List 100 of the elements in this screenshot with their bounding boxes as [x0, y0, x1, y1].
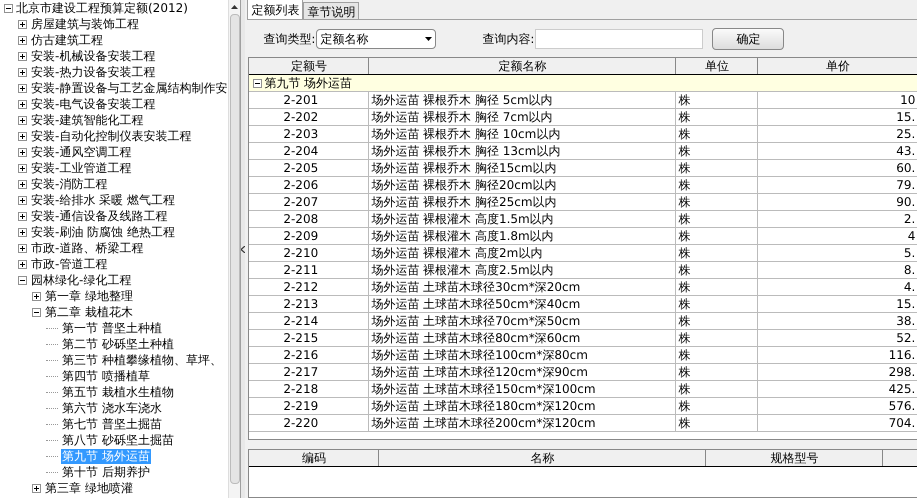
table-cell: 15.: [758, 296, 917, 312]
expand-icon[interactable]: [18, 180, 27, 188]
expand-icon[interactable]: [32, 292, 41, 300]
table-cell: 株: [676, 381, 758, 397]
table-cell: 株: [676, 160, 758, 176]
expand-icon[interactable]: [18, 164, 27, 172]
table-cell: 576.: [758, 398, 917, 414]
table-cell: 43.: [758, 143, 917, 159]
tree-item[interactable]: 安装-自动化控制仪表安装工程: [30, 128, 192, 144]
tree-item[interactable]: 第七节 普坚土掘苗: [61, 416, 163, 432]
table-cell: 株: [676, 415, 758, 431]
column-header[interactable]: 编码: [249, 450, 380, 466]
tree-root[interactable]: 北京市建设工程预算定额(2012): [16, 0, 188, 17]
table-cell: 2-202: [249, 109, 370, 125]
expand-icon[interactable]: [32, 484, 41, 492]
tree-item[interactable]: 安装-电气设备安装工程: [30, 96, 156, 112]
expand-icon[interactable]: [18, 20, 27, 28]
collapse-splitter-icon[interactable]: [241, 246, 246, 252]
collapse-icon[interactable]: [253, 78, 262, 88]
tree-item[interactable]: 园林绿化-绿化工程: [30, 272, 132, 288]
tree-item[interactable]: 第三章 绿地喷灌: [44, 480, 134, 496]
tree-item[interactable]: 安装-通风空调工程: [30, 144, 132, 160]
tree-item[interactable]: 第八节 砂砾坚土掘苗: [61, 432, 175, 448]
table-cell: 场外运苗 土球苗木球径30cm*深20cm: [369, 279, 676, 295]
column-header[interactable]: 名称: [379, 450, 706, 466]
column-header[interactable]: 定额名称: [369, 58, 676, 74]
table-cell: 116.: [758, 347, 917, 363]
tree-item[interactable]: 安装-消防工程: [30, 176, 108, 192]
table-cell: 2-218: [249, 381, 370, 397]
tree-item[interactable]: 安装-通信设备及线路工程: [30, 208, 168, 224]
scroll-thumb[interactable]: [230, 14, 240, 484]
tree-item[interactable]: 第五节 栽植水生植物: [61, 384, 175, 400]
table-cell: 2-216: [249, 347, 370, 363]
tree-item[interactable]: 安装-静置设备与工艺金属结构制作安: [30, 80, 228, 96]
tree-item[interactable]: 第三节 种植攀缘植物、草坪、: [61, 352, 223, 368]
table-cell: 场外运苗 土球苗木球径120cm*深90cm: [369, 364, 676, 380]
table-cell: 株: [676, 92, 758, 108]
column-header[interactable]: 单位: [676, 58, 758, 74]
tree-item[interactable]: 安装-机械设备安装工程: [30, 48, 156, 64]
tree-item[interactable]: 第一节 普坚土种植: [61, 320, 163, 336]
query-content-field[interactable]: [535, 28, 704, 48]
expand-icon[interactable]: [18, 100, 27, 108]
table-cell: 场外运苗 裸根灌木 高度1.5m以内: [369, 211, 676, 227]
table-cell: 场外运苗 土球苗木球径150cm*深100cm: [369, 381, 676, 397]
expand-icon[interactable]: [18, 196, 27, 204]
table-cell: 2-209: [249, 228, 370, 244]
table-cell: 2-215: [249, 330, 370, 346]
table-cell: 株: [676, 177, 758, 193]
expand-icon[interactable]: [18, 36, 27, 44]
expand-icon[interactable]: [18, 68, 27, 76]
tree-item[interactable]: 第六节 浇水车浇水: [61, 400, 163, 416]
tree-item[interactable]: 市政-管道工程: [30, 256, 108, 272]
table-cell: 2-205: [249, 160, 370, 176]
table-cell: 2-208: [249, 211, 370, 227]
column-header[interactable]: 规格型号: [706, 450, 884, 466]
tab[interactable]: 章节说明: [303, 2, 360, 19]
table-cell: 场外运苗 土球苗木球径100cm*深80cm: [369, 347, 676, 363]
tree-item[interactable]: 市政-道路、桥梁工程: [30, 240, 144, 256]
expand-icon[interactable]: [18, 132, 27, 140]
collapse-icon[interactable]: [32, 308, 41, 316]
tree-item[interactable]: 仿古建筑工程: [30, 32, 104, 48]
tree-item[interactable]: 安装-建筑智能化工程: [30, 112, 144, 128]
expand-icon[interactable]: [18, 84, 27, 92]
tree-item[interactable]: 安装-给排水 采暖 燃气工程: [30, 192, 176, 208]
expand-icon[interactable]: [18, 228, 27, 236]
expand-icon[interactable]: [18, 244, 27, 252]
tab[interactable]: 定额列表: [247, 0, 304, 19]
scrollbar[interactable]: [228, 0, 240, 498]
column-header[interactable]: 定额号: [249, 58, 370, 74]
expand-icon[interactable]: [18, 116, 27, 124]
tree-item[interactable]: 安装-工业管道工程: [30, 160, 132, 176]
expand-icon[interactable]: [18, 52, 27, 60]
expand-icon[interactable]: [18, 148, 27, 156]
tree-item[interactable]: 第一章 绿地整理: [44, 288, 134, 304]
column-header[interactable]: 单价: [758, 58, 917, 74]
tree-item[interactable]: 房屋建筑与装饰工程: [30, 16, 140, 32]
table-cell: 298.: [758, 364, 917, 380]
query-type-dropdown[interactable]: 定额名称: [316, 28, 436, 48]
query-type-label: 查询类型:: [263, 30, 316, 48]
tree-item[interactable]: 安装-刷油 防腐蚀 绝热工程: [30, 224, 176, 240]
expand-icon[interactable]: [18, 260, 27, 268]
collapse-icon[interactable]: [18, 276, 27, 284]
table-cell: 5.: [758, 245, 917, 261]
table-cell: 2-203: [249, 126, 370, 142]
table-cell: 场外运苗 土球苗木球径70cm*深50cm: [369, 313, 676, 329]
collapse-icon[interactable]: [4, 4, 13, 12]
tree-item[interactable]: 第二章 栽植花木: [44, 304, 134, 320]
tree-item[interactable]: 安装-热力设备安装工程: [30, 64, 156, 80]
confirm-button[interactable]: 确定: [712, 28, 784, 50]
scroll-up-icon[interactable]: [231, 5, 238, 9]
table-cell: 4.: [758, 279, 917, 295]
tree-item[interactable]: 第十节 后期养护: [61, 464, 151, 480]
table-cell: 2-211: [249, 262, 370, 278]
tree-item[interactable]: 第二节 砂砾坚土种植: [61, 336, 175, 352]
tree-item[interactable]: 第四节 喷播植草: [61, 368, 151, 384]
expand-icon[interactable]: [18, 212, 27, 220]
group-row-label[interactable]: 第九节 场外运苗: [264, 74, 352, 92]
table-cell: 79.: [758, 177, 917, 193]
table-cell: 704.: [758, 415, 917, 431]
table-cell: 场外运苗 裸根灌木 高度2.5m以内: [369, 262, 676, 278]
